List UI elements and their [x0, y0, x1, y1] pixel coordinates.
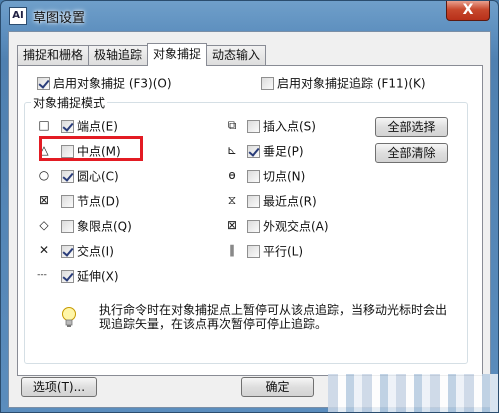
hint-text: 执行命令时在对象捕捉点上暂停可从该点追踪，当移动光标时会出现追踪矢量，在该点再次… — [99, 303, 448, 331]
nearest-option[interactable]: 最近点(R) — [247, 193, 317, 209]
window-title: 草图设置 — [33, 11, 86, 26]
center-option[interactable]: 圆心(C) — [61, 168, 119, 184]
insertion-icon: ⧉ — [227, 118, 237, 132]
blurred-region — [328, 374, 498, 412]
tab-polar-tracking[interactable]: 极轴追踪 — [88, 45, 149, 66]
nearest-label: 最近点(R) — [263, 194, 317, 209]
perpendicular-checkbox[interactable] — [247, 145, 260, 158]
node-option[interactable]: 节点(D) — [61, 193, 120, 209]
clear-all-button[interactable]: 全部清除 — [375, 143, 448, 163]
enable-osnap-checkbox[interactable] — [37, 77, 50, 90]
intersection-checkbox[interactable] — [61, 245, 74, 258]
parallel-checkbox[interactable] — [247, 245, 260, 258]
center-checkbox[interactable] — [61, 170, 74, 183]
quadrant-option[interactable]: 象限点(Q) — [61, 218, 132, 234]
endpoint-label: 端点(E) — [77, 119, 118, 134]
extension-checkbox[interactable] — [61, 270, 74, 283]
perpendicular-label: 垂足(P) — [263, 144, 304, 159]
tangent-checkbox[interactable] — [247, 170, 260, 183]
tab-strip: 捕捉和栅格 极轴追踪 对象捕捉 动态输入 — [17, 43, 267, 66]
parallel-option[interactable]: 平行(L) — [247, 243, 303, 259]
intersection-label: 交点(I) — [77, 244, 114, 259]
tangent-icon: ɵ — [228, 168, 236, 182]
enable-osnap-tracking-option[interactable]: 启用对象捕捉追踪 (F11)(K) — [261, 75, 426, 91]
midpoint-highlight-box — [39, 136, 143, 161]
endpoint-icon: □ — [38, 118, 50, 132]
quadrant-icon: ◇ — [39, 218, 49, 232]
insertion-label: 插入点(S) — [263, 119, 316, 134]
lightbulb-icon — [62, 307, 76, 327]
enable-osnap-tracking-label: 启用对象捕捉追踪 (F11)(K) — [277, 76, 426, 91]
endpoint-option[interactable]: 端点(E) — [61, 118, 118, 134]
apparent-intersection-option[interactable]: 外观交点(A) — [247, 218, 329, 234]
object-snap-panel: 启用对象捕捉 (F3)(O) 启用对象捕捉追踪 (F11)(K) 对象捕捉模式 … — [17, 65, 483, 376]
parallel-icon: ∥ — [229, 243, 235, 257]
select-all-button[interactable]: 全部选择 — [375, 117, 448, 137]
perpendicular-icon: ⊾ — [226, 143, 238, 157]
nearest-checkbox[interactable] — [247, 195, 260, 208]
apparent-intersection-icon: ⊠ — [226, 218, 238, 232]
insertion-option[interactable]: 插入点(S) — [247, 118, 316, 134]
options-button[interactable]: 选项(T)... — [21, 377, 97, 397]
quadrant-label: 象限点(Q) — [77, 219, 132, 234]
dialog-window: AI 草图设置 X 捕捉和栅格 极轴追踪 对象捕捉 动态输入 启用对象捕捉 (F… — [0, 0, 499, 413]
extension-option[interactable]: 延伸(X) — [61, 268, 119, 284]
osnap-modes-title: 对象捕捉模式 — [31, 94, 108, 111]
tab-snap-grid[interactable]: 捕捉和栅格 — [17, 45, 90, 66]
insertion-checkbox[interactable] — [247, 120, 260, 133]
intersection-option[interactable]: 交点(I) — [61, 243, 114, 259]
extension-icon: --- — [37, 270, 47, 280]
enable-osnap-label: 启用对象捕捉 (F3)(O) — [53, 76, 172, 91]
endpoint-checkbox[interactable] — [61, 120, 74, 133]
enable-osnap-tracking-checkbox[interactable] — [261, 77, 274, 90]
ok-button[interactable]: 确定 — [241, 377, 314, 397]
center-icon: ○ — [38, 168, 50, 182]
perpendicular-option[interactable]: 垂足(P) — [247, 143, 304, 159]
nearest-icon: ⧖ — [227, 193, 237, 207]
node-icon: ⊠ — [38, 193, 50, 207]
extension-label: 延伸(X) — [77, 269, 119, 284]
apparent-intersection-label: 外观交点(A) — [263, 219, 329, 234]
tangent-option[interactable]: 切点(N) — [247, 168, 305, 184]
intersection-icon: ✕ — [38, 243, 50, 257]
autocad-app-icon: AI — [9, 7, 27, 25]
enable-osnap-option[interactable]: 启用对象捕捉 (F3)(O) — [37, 75, 172, 91]
title-bar[interactable]: AI 草图设置 X — [1, 1, 498, 31]
node-label: 节点(D) — [77, 194, 120, 209]
dialog-client: 捕捉和栅格 极轴追踪 对象捕捉 动态输入 启用对象捕捉 (F3)(O) 启用对象… — [8, 31, 491, 408]
quadrant-checkbox[interactable] — [61, 220, 74, 233]
tangent-label: 切点(N) — [263, 169, 306, 184]
tab-object-snap[interactable]: 对象捕捉 — [147, 43, 208, 66]
close-button[interactable]: X — [446, 1, 490, 21]
parallel-label: 平行(L) — [263, 244, 304, 259]
tab-dynamic-input[interactable]: 动态输入 — [206, 45, 267, 66]
center-label: 圆心(C) — [77, 169, 119, 184]
node-checkbox[interactable] — [61, 195, 74, 208]
apparent-intersection-checkbox[interactable] — [247, 220, 260, 233]
